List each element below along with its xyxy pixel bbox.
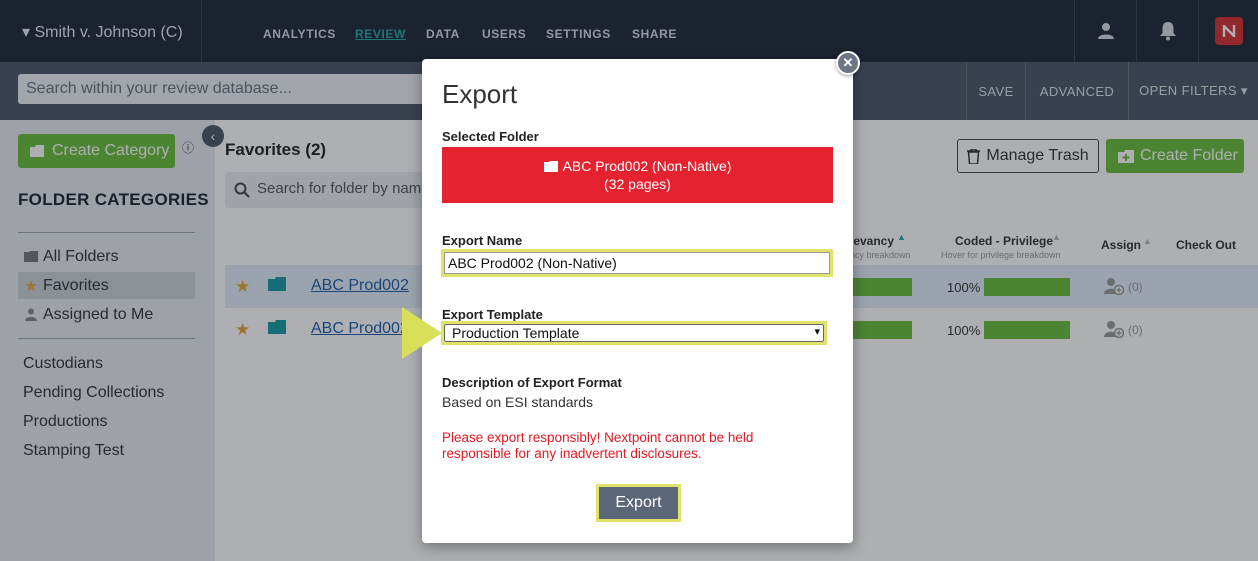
export-button[interactable]: Export [596, 484, 681, 522]
export-warning: Please export responsibly! Nextpoint can… [442, 430, 754, 461]
export-template-select[interactable]: Production Template ▾ [441, 321, 827, 345]
dialog-title: Export [442, 79, 518, 109]
selected-folder-label: Selected Folder [442, 129, 539, 144]
export-name-input[interactable] [444, 252, 830, 274]
folder-icon [543, 161, 558, 172]
export-name-field-highlight [441, 249, 833, 277]
chevron-down-icon: ▾ [814, 326, 820, 338]
selected-folder-pages: (32 pages) [604, 176, 671, 192]
export-dialog: Export Selected Folder ABC Prod002 (Non-… [422, 59, 853, 543]
pointer-arrow-icon [402, 307, 442, 359]
export-name-label: Export Name [442, 233, 523, 248]
export-template-label: Export Template [442, 307, 543, 322]
close-icon[interactable]: ✕ [836, 51, 860, 75]
export-template-value: Production Template [444, 324, 824, 342]
selected-folder-banner: ABC Prod002 (Non-Native) (32 pages) [442, 147, 833, 203]
description-value: Based on ESI standards [442, 394, 593, 410]
description-label: Description of Export Format [442, 375, 622, 390]
selected-folder-name: ABC Prod002 (Non-Native) [562, 158, 732, 174]
